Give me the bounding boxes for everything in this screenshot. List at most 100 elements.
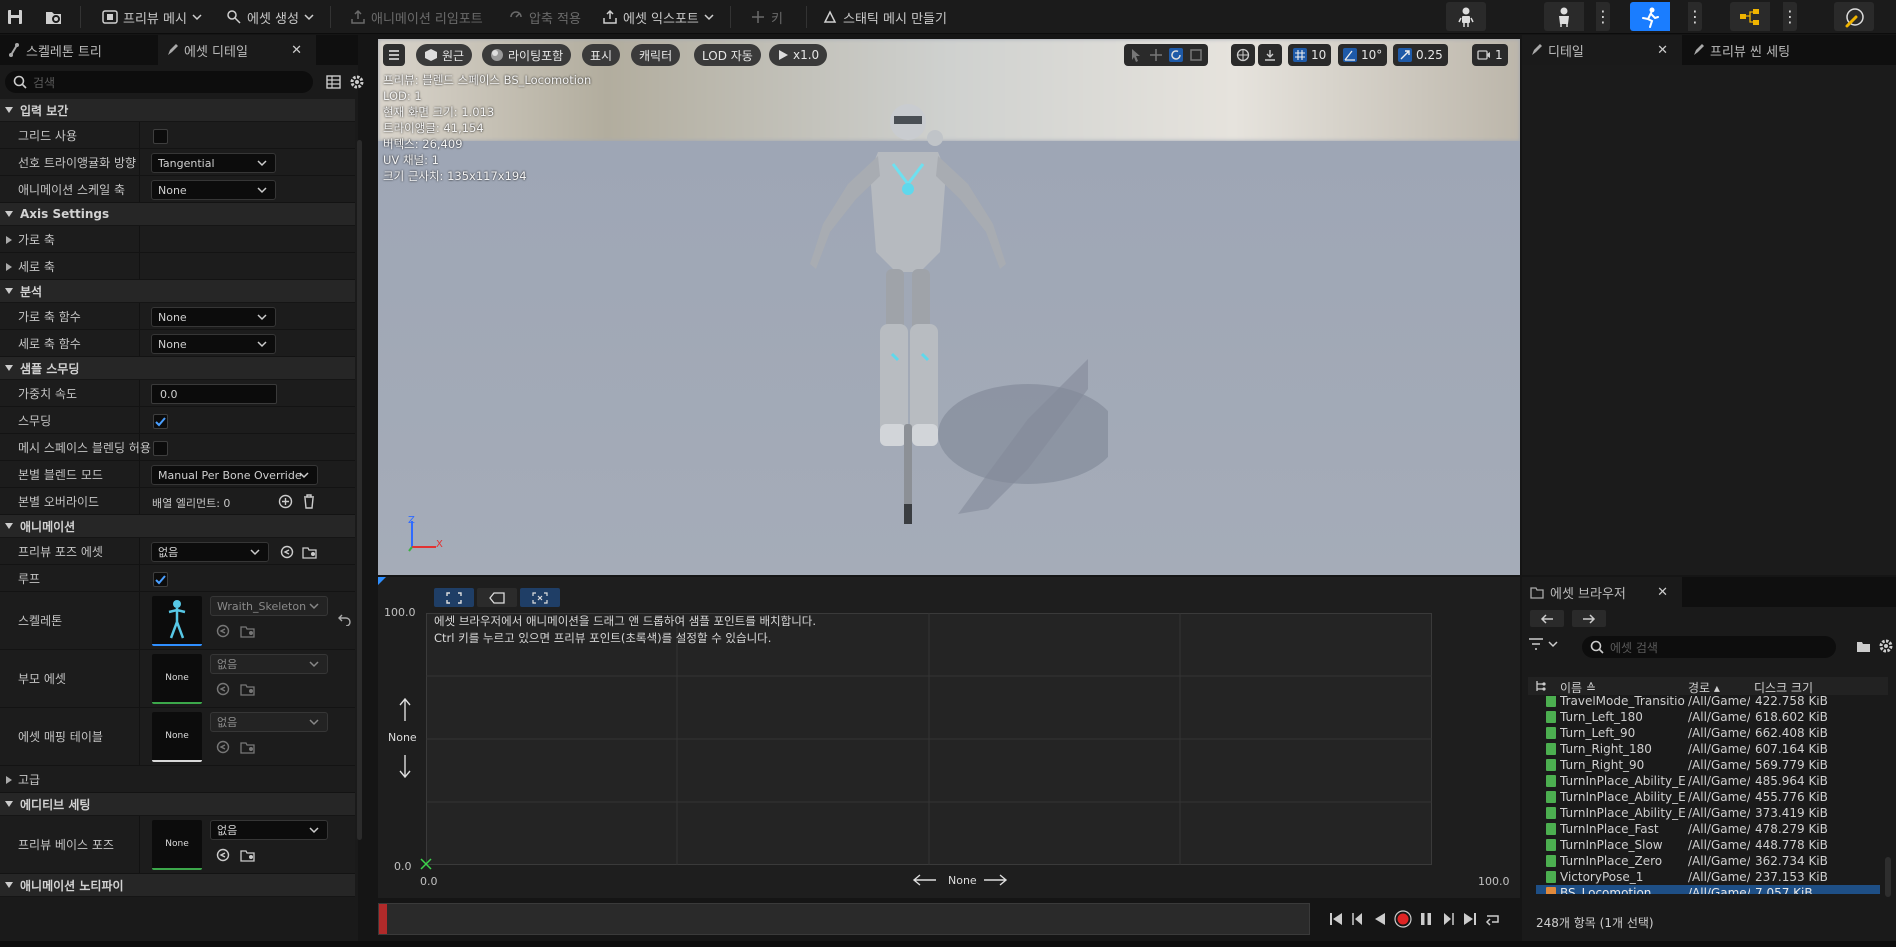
- add-key-button[interactable]: 키: [750, 4, 783, 30]
- skeleton-dropdown[interactable]: Wraith_Skeleton: [210, 596, 328, 616]
- skip-to-start-icon[interactable]: [1328, 911, 1344, 927]
- asset-row[interactable]: TurnInPlace_Fast/All/Game/A 478.279 KiB: [1536, 821, 1880, 837]
- section-sample-smoothing[interactable]: 샘플 스무딩: [0, 357, 355, 380]
- tab-asset-details[interactable]: 에셋 디테일 ✕: [158, 35, 316, 65]
- section-additive-settings[interactable]: 에디티브 세팅: [0, 793, 355, 816]
- close-tab-icon[interactable]: ✕: [1657, 585, 1668, 600]
- asset-export-menu[interactable]: 에셋 익스포트: [602, 4, 714, 30]
- asset-row[interactable]: Turn_Left_90/All/Game/A 662.408 KiB: [1536, 725, 1880, 741]
- row-vertical-axis[interactable]: 세로 축: [0, 253, 355, 280]
- asset-row[interactable]: Turn_Right_90/All/Game/A 569.779 KiB: [1536, 757, 1880, 773]
- coord-system-button[interactable]: [1231, 44, 1255, 66]
- folder-icon[interactable]: [1856, 639, 1872, 653]
- preview-mesh-menu[interactable]: 프리뷰 메시: [102, 4, 202, 30]
- physics-mode-button[interactable]: [1834, 2, 1874, 31]
- column-path-header[interactable]: 경로 ▴: [1688, 679, 1720, 696]
- column-name-header[interactable]: 이름 ≙: [1560, 679, 1596, 696]
- scale-icon[interactable]: [1189, 48, 1203, 62]
- rotate-icon[interactable]: [1169, 48, 1183, 62]
- browse-button[interactable]: [44, 4, 64, 30]
- asset-row[interactable]: VictoryPose_1/All/Game/A 237.153 KiB: [1536, 869, 1880, 885]
- section-anim-notify[interactable]: 애니메이션 노티파이: [0, 874, 355, 897]
- scrub-playhead[interactable]: [379, 904, 387, 934]
- blueprint-mode-options[interactable]: ⋮: [1782, 2, 1798, 31]
- label-toggle-button[interactable]: [477, 588, 517, 607]
- preview-pose-dropdown[interactable]: 없음: [151, 542, 269, 562]
- preview-point-marker[interactable]: [420, 858, 432, 870]
- trash-icon[interactable]: [302, 494, 316, 509]
- asset-row[interactable]: TurnInPlace_Zero/All/Game/A 362.734 KiB: [1536, 853, 1880, 869]
- table-view-icon[interactable]: [326, 74, 342, 90]
- asset-row[interactable]: TurnInPlace_Ability_E/All/Game/A 485.964 …: [1536, 773, 1880, 789]
- make-static-mesh-button[interactable]: 스태틱 메시 만들기: [822, 4, 947, 30]
- browse-folder-icon[interactable]: [240, 848, 256, 862]
- per-bone-mode-dropdown[interactable]: Manual Per Bone Override: [151, 465, 318, 485]
- asset-row[interactable]: BS_Locomotion/All/Game/E 7.057 KiB: [1536, 885, 1880, 894]
- allow-mesh-space-checkbox[interactable]: [153, 441, 168, 456]
- rotation-snap-button[interactable]: 10°: [1338, 44, 1388, 66]
- blueprint-mode-button[interactable]: [1730, 2, 1770, 31]
- section-analysis[interactable]: 분석: [0, 280, 355, 303]
- translate-icon[interactable]: [1149, 48, 1163, 62]
- asset-mapping-dropdown[interactable]: 없음: [210, 712, 328, 732]
- browse-folder-icon[interactable]: [302, 545, 318, 559]
- select-arrow-icon[interactable]: [1129, 48, 1143, 62]
- character-button[interactable]: 캐릭터: [631, 44, 681, 66]
- reset-arrow-icon[interactable]: [338, 612, 352, 626]
- row-horizontal-axis[interactable]: 가로 축: [0, 226, 355, 253]
- close-tab-icon[interactable]: ✕: [291, 43, 302, 58]
- browse-folder-icon[interactable]: [240, 740, 256, 754]
- camera-speed-button[interactable]: 1: [1472, 44, 1508, 66]
- skip-to-end-icon[interactable]: [1462, 911, 1478, 927]
- details-scrollbar[interactable]: [357, 140, 362, 840]
- asset-create-menu[interactable]: 에셋 생성: [226, 4, 314, 30]
- triangulation-dropdown[interactable]: Tangential: [151, 153, 276, 173]
- animation-mode-button[interactable]: [1630, 2, 1670, 31]
- row-advanced[interactable]: 고급: [0, 766, 355, 793]
- use-selected-icon[interactable]: [216, 740, 230, 754]
- reimport-button[interactable]: 애니메이션 리임포트: [350, 4, 483, 30]
- step-forward-icon[interactable]: [1440, 911, 1456, 927]
- show-button[interactable]: 표시: [582, 44, 621, 66]
- settings-gear-icon[interactable]: [1878, 638, 1894, 654]
- asset-row[interactable]: Turn_Left_180/All/Game/A 618.602 KiB: [1536, 709, 1880, 725]
- apply-compression-button[interactable]: 압축 적용: [508, 4, 581, 30]
- loop-icon[interactable]: [1484, 911, 1502, 927]
- tab-preview-scene-settings[interactable]: 프리뷰 씬 세팅: [1684, 35, 1864, 65]
- skeleton-thumbnail[interactable]: [152, 596, 202, 646]
- mesh-mode-options[interactable]: ⋮: [1595, 2, 1611, 31]
- grid-snap-button[interactable]: 10: [1288, 44, 1332, 66]
- scrub-bar[interactable]: [378, 903, 1310, 935]
- browse-folder-icon[interactable]: [240, 682, 256, 696]
- section-axis-settings[interactable]: Axis Settings: [0, 203, 355, 226]
- scale-snap-button[interactable]: 0.25: [1393, 44, 1448, 66]
- pause-icon[interactable]: [1418, 911, 1434, 927]
- asset-list-scrollbar[interactable]: [1885, 857, 1891, 897]
- tab-details[interactable]: 디테일 ✕: [1522, 35, 1682, 65]
- perspective-button[interactable]: 원근: [416, 44, 473, 66]
- use-selected-icon[interactable]: [216, 848, 230, 862]
- fit-view-button[interactable]: [434, 588, 474, 607]
- step-back-icon[interactable]: [1350, 911, 1366, 927]
- use-selected-icon[interactable]: [216, 624, 230, 638]
- viewport-menu-button[interactable]: [383, 44, 405, 66]
- base-pose-dropdown[interactable]: 없음: [210, 820, 328, 840]
- tree-icon[interactable]: [1534, 679, 1548, 693]
- scale-axis-dropdown[interactable]: None: [151, 180, 276, 200]
- settings-gear-icon[interactable]: [349, 74, 365, 90]
- lod-button[interactable]: LOD 자동: [694, 44, 761, 66]
- save-button[interactable]: [6, 4, 24, 30]
- horizontal-function-dropdown[interactable]: None: [151, 307, 276, 327]
- vertical-function-dropdown[interactable]: None: [151, 334, 276, 354]
- close-tab-icon[interactable]: ✕: [1657, 43, 1668, 58]
- mesh-mode-button[interactable]: [1544, 2, 1584, 31]
- column-size-header[interactable]: 디스크 크기: [1754, 679, 1813, 696]
- tab-skeleton-tree[interactable]: 스켈레톤 트리: [0, 35, 158, 65]
- playback-speed-button[interactable]: x1.0: [769, 44, 828, 66]
- asset-row[interactable]: TurnInPlace_Slow/All/Game/A 448.778 KiB: [1536, 837, 1880, 853]
- lighting-button[interactable]: 라이팅포함: [482, 44, 572, 66]
- browse-folder-icon[interactable]: [240, 624, 256, 638]
- use-grid-checkbox[interactable]: [153, 129, 168, 144]
- use-selected-icon[interactable]: [216, 682, 230, 696]
- base-pose-thumbnail[interactable]: None: [152, 820, 202, 870]
